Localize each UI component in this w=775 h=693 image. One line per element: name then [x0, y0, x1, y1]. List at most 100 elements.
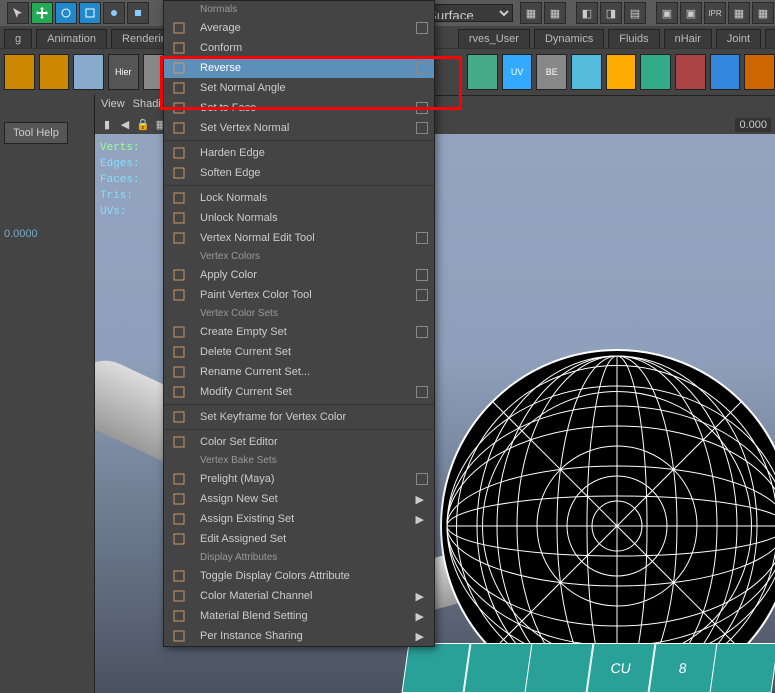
- menu-item[interactable]: Color Set Editor: [164, 432, 434, 452]
- menu-item-icon: [164, 228, 194, 248]
- coordinate-field[interactable]: 0.000: [735, 118, 771, 132]
- menu-item[interactable]: Create Empty Set: [164, 322, 434, 342]
- shelf-tab[interactable]: nHair: [664, 29, 712, 48]
- tool-help-button[interactable]: Tool Help: [4, 122, 68, 144]
- toolbar-icon[interactable]: ▦: [728, 2, 750, 24]
- camera-icon[interactable]: ▮: [99, 116, 115, 132]
- menu-item[interactable]: Rename Current Set...: [164, 362, 434, 382]
- option-box-icon[interactable]: [416, 122, 428, 134]
- shelf-icon[interactable]: [606, 54, 637, 90]
- menu-item[interactable]: Delete Current Set: [164, 342, 434, 362]
- render-icon[interactable]: ▣: [680, 2, 702, 24]
- menu-item[interactable]: Set Keyframe for Vertex Color: [164, 407, 434, 427]
- menu-item[interactable]: Set to Face: [164, 98, 434, 118]
- panel-menu-view[interactable]: View: [101, 98, 125, 110]
- menu-group-label: Vertex Colors: [164, 248, 434, 265]
- menu-item-label: Material Blend Setting: [194, 610, 416, 622]
- menu-item[interactable]: Average: [164, 18, 434, 38]
- shelf-icon[interactable]: [73, 54, 104, 90]
- shelf-tab[interactable]: Fluids: [608, 29, 659, 48]
- option-box-icon[interactable]: [416, 386, 428, 398]
- shelf-icon[interactable]: UV: [502, 54, 533, 90]
- toolbar-icon[interactable]: ▦: [520, 2, 542, 24]
- shelf-tab[interactable]: rves_User: [458, 29, 530, 48]
- menu-item[interactable]: Unlock Normals: [164, 208, 434, 228]
- menu-item[interactable]: Soften Edge: [164, 163, 434, 183]
- menu-item[interactable]: Vertex Normal Edit Tool: [164, 228, 434, 248]
- shelf-icon[interactable]: [710, 54, 741, 90]
- menu-item-label: Color Set Editor: [194, 436, 428, 448]
- snap-icon[interactable]: [103, 2, 125, 24]
- menu-item[interactable]: Assign Existing Set▶: [164, 509, 434, 529]
- menu-item-icon: [164, 529, 194, 549]
- menu-item-icon: [164, 78, 194, 98]
- shelf-tab[interactable]: g: [4, 29, 32, 48]
- shelf-icon[interactable]: [744, 54, 775, 90]
- option-box-icon[interactable]: [416, 62, 428, 74]
- ipr-icon[interactable]: IPR: [704, 2, 726, 24]
- move-icon[interactable]: [31, 2, 53, 24]
- menu-item-icon: [164, 38, 194, 58]
- option-box-icon[interactable]: [416, 473, 428, 485]
- shelf-tab[interactable]: Dynamics: [534, 29, 604, 48]
- option-box-icon[interactable]: [416, 269, 428, 281]
- menu-item[interactable]: Color Material Channel▶: [164, 586, 434, 606]
- menu-item[interactable]: Set Normal Angle: [164, 78, 434, 98]
- toolbar-icon[interactable]: ▤: [624, 2, 646, 24]
- camera-icon[interactable]: ◀: [117, 116, 133, 132]
- option-box-icon[interactable]: [416, 232, 428, 244]
- menu-item[interactable]: Prelight (Maya): [164, 469, 434, 489]
- toolbar-icon[interactable]: ◧: [576, 2, 598, 24]
- option-box-icon[interactable]: [416, 289, 428, 301]
- scale-icon[interactable]: [79, 2, 101, 24]
- toolbar-icon[interactable]: ◨: [600, 2, 622, 24]
- menu-item[interactable]: Material Blend Setting▶: [164, 606, 434, 626]
- option-box-icon[interactable]: [416, 102, 428, 114]
- submenu-arrow-icon: ▶: [416, 610, 428, 623]
- shelf-icon[interactable]: Hier: [108, 54, 139, 90]
- menu-item-label: Edit Assigned Set: [194, 533, 428, 545]
- menu-item[interactable]: Paint Vertex Color Tool: [164, 285, 434, 305]
- menu-item[interactable]: Edit Assigned Set: [164, 529, 434, 549]
- menu-item[interactable]: Modify Current Set: [164, 382, 434, 402]
- toolbar-icon[interactable]: ▦: [544, 2, 566, 24]
- snap-icon[interactable]: [127, 2, 149, 24]
- arrow-icon[interactable]: [7, 2, 29, 24]
- toolbar-icon[interactable]: ▦: [752, 2, 774, 24]
- menu-item-icon: [164, 489, 194, 509]
- lock-icon[interactable]: 🔒: [135, 116, 151, 132]
- menu-item[interactable]: Reverse: [164, 58, 434, 78]
- shelf-icon[interactable]: [640, 54, 671, 90]
- rotate-icon[interactable]: [55, 2, 77, 24]
- render-icon[interactable]: ▣: [656, 2, 678, 24]
- menu-item[interactable]: Lock Normals: [164, 188, 434, 208]
- menu-item-label: Create Empty Set: [194, 326, 416, 338]
- shelf-icon[interactable]: [4, 54, 35, 90]
- menu-item[interactable]: Harden Edge: [164, 143, 434, 163]
- panel-menu-shading[interactable]: Shadi: [133, 98, 161, 110]
- shelf-icon[interactable]: [675, 54, 706, 90]
- menu-item[interactable]: Conform: [164, 38, 434, 58]
- menu-item[interactable]: Assign New Set▶: [164, 489, 434, 509]
- shelf-icon[interactable]: [39, 54, 70, 90]
- shelf-tab[interactable]: _3Deligh: [765, 29, 775, 48]
- menu-item-icon: [164, 432, 194, 452]
- menu-item-label: Prelight (Maya): [194, 473, 416, 485]
- menu-item-label: Delete Current Set: [194, 346, 428, 358]
- menu-item-label: Rename Current Set...: [194, 366, 428, 378]
- option-box-icon[interactable]: [416, 326, 428, 338]
- menu-item[interactable]: Apply Color: [164, 265, 434, 285]
- menu-item[interactable]: Per Instance Sharing▶: [164, 626, 434, 646]
- shelf-tab[interactable]: Animation: [36, 29, 107, 48]
- menu-item-label: Paint Vertex Color Tool: [194, 289, 416, 301]
- hud-line: UVs:: [100, 204, 140, 220]
- shelf-icon[interactable]: [571, 54, 602, 90]
- shelf-icon[interactable]: BE: [536, 54, 567, 90]
- shelf-icon[interactable]: [467, 54, 498, 90]
- option-box-icon[interactable]: [416, 22, 428, 34]
- menu-item[interactable]: Set Vertex Normal: [164, 118, 434, 138]
- menu-item[interactable]: Toggle Display Colors Attribute: [164, 566, 434, 586]
- stat-value: 0.0000: [4, 228, 90, 240]
- menu-item-label: Conform: [194, 42, 428, 54]
- shelf-tab[interactable]: Joint: [716, 29, 761, 48]
